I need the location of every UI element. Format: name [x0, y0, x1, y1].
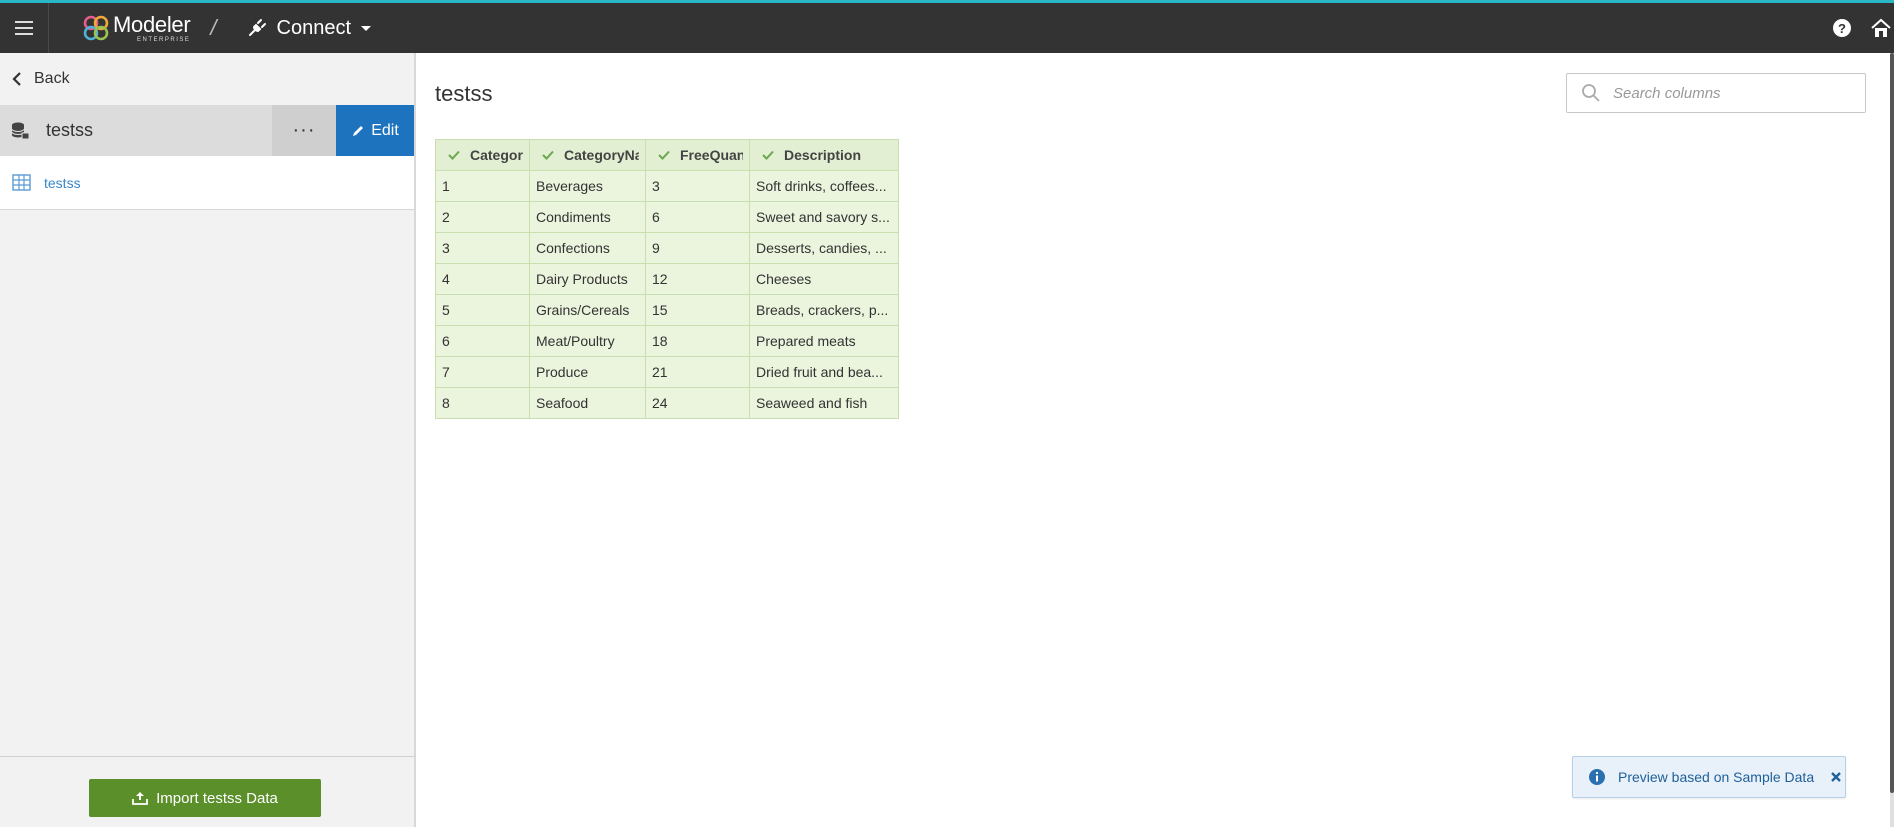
- table-cell: Soft drinks, coffees...: [749, 170, 899, 202]
- table-cell: Produce: [529, 356, 646, 388]
- search-columns-box[interactable]: [1566, 73, 1866, 113]
- back-button[interactable]: Back: [0, 53, 414, 105]
- home-icon[interactable]: [1870, 17, 1892, 39]
- page-title: testss: [435, 81, 493, 106]
- edit-label: Edit: [371, 121, 399, 139]
- help-icon[interactable]: ?: [1832, 18, 1852, 38]
- table-cell: Confections: [529, 232, 646, 264]
- table-cell: Desserts, candies, ...: [749, 232, 899, 264]
- table-cell: 6: [435, 325, 530, 357]
- table-cell: 8: [435, 387, 530, 419]
- modeler-logo-icon: [83, 15, 109, 41]
- table-cell: 1: [435, 170, 530, 202]
- table-row: 3 Confections 9 Desserts, candies, ...: [435, 232, 899, 264]
- column-header[interactable]: FreeQuantity: [645, 139, 750, 171]
- search-icon: [1582, 84, 1600, 102]
- brand-name: Modeler: [113, 11, 191, 37]
- main-content: testss CategoryID CategoryName FreeQuant…: [416, 53, 1894, 827]
- sidebar-item-table[interactable]: testss: [0, 156, 414, 210]
- table-cell: 4: [435, 263, 530, 295]
- menu-button[interactable]: [0, 3, 49, 53]
- column-header[interactable]: CategoryID: [435, 139, 530, 171]
- table-row: 7 Produce 21 Dried fruit and bea...: [435, 356, 899, 388]
- column-header[interactable]: Description: [749, 139, 899, 171]
- table-cell: 12: [645, 263, 750, 295]
- more-options-icon: ···: [292, 119, 316, 141]
- table-cell: Seaweed and fish: [749, 387, 899, 419]
- table-item-label: testss: [44, 174, 81, 191]
- brand-logo[interactable]: Modeler ENTERPRISE: [83, 3, 191, 53]
- search-input[interactable]: [1611, 83, 1845, 103]
- table-cell: Seafood: [529, 387, 646, 419]
- column-header-label: Description: [784, 147, 862, 163]
- table-cell: 9: [645, 232, 750, 264]
- table-cell: Beverages: [529, 170, 646, 202]
- chevron-left-icon: [12, 72, 21, 86]
- import-data-button[interactable]: Import testss Data: [89, 779, 321, 817]
- checkmark-icon[interactable]: [448, 150, 460, 160]
- import-label: Import testss Data: [156, 789, 278, 807]
- top-navigation-bar: Modeler ENTERPRISE / Connect ?: [0, 3, 1894, 53]
- datasource-header: testss ··· Edit: [0, 105, 414, 156]
- database-icon: [11, 122, 30, 139]
- table-icon: [12, 173, 31, 191]
- table-row: 5 Grains/Cereals 15 Breads, crackers, p...: [435, 294, 899, 326]
- table-cell: Dairy Products: [529, 263, 646, 295]
- back-label: Back: [34, 70, 70, 87]
- edit-button[interactable]: Edit: [336, 105, 414, 156]
- table-cell: Breads, crackers, p...: [749, 294, 899, 326]
- breadcrumb-separator: /: [210, 15, 217, 40]
- table-cell: 18: [645, 325, 750, 357]
- chevron-down-icon: [361, 25, 372, 31]
- column-header-label: FreeQuantity: [680, 147, 743, 163]
- table-cell: 6: [645, 201, 750, 233]
- svg-text:?: ?: [1838, 21, 1846, 36]
- table-cell: Meat/Poultry: [529, 325, 646, 357]
- table-row: 1 Beverages 3 Soft drinks, coffees...: [435, 170, 899, 202]
- checkmark-icon[interactable]: [658, 150, 670, 160]
- table-row: 4 Dairy Products 12 Cheeses: [435, 263, 899, 295]
- table-cell: 2: [435, 201, 530, 233]
- hamburger-icon: [15, 21, 33, 35]
- table-header-row: CategoryID CategoryName FreeQuantity Des…: [435, 139, 899, 171]
- page-scrollbar[interactable]: [1890, 53, 1894, 827]
- datasource-name: testss: [46, 120, 94, 140]
- column-header-label: CategoryID: [470, 147, 523, 163]
- table-row: 6 Meat/Poultry 18 Prepared meats: [435, 325, 899, 357]
- table-row: 2 Condiments 6 Sweet and savory s...: [435, 201, 899, 233]
- table-cell: Sweet and savory s...: [749, 201, 899, 233]
- table-cell: Grains/Cereals: [529, 294, 646, 326]
- connect-menu-dropdown[interactable]: Connect: [247, 17, 372, 40]
- column-header[interactable]: CategoryName: [529, 139, 646, 171]
- table-row: 8 Seafood 24 Seaweed and fish: [435, 387, 899, 419]
- sample-data-notification: Preview based on Sample Data: [1572, 756, 1846, 798]
- checkmark-icon[interactable]: [762, 150, 774, 160]
- sidebar: Back testss ··· Edit testss Import tests…: [0, 53, 416, 827]
- notification-text: Preview based on Sample Data: [1618, 769, 1815, 785]
- scrollbar-thumb[interactable]: [1890, 53, 1894, 793]
- table-cell: Cheeses: [749, 263, 899, 295]
- pencil-icon: [353, 125, 364, 136]
- data-preview-table: CategoryID CategoryName FreeQuantity Des…: [435, 139, 899, 419]
- close-icon[interactable]: [1830, 771, 1842, 783]
- upload-icon: [132, 792, 149, 805]
- info-icon: [1589, 769, 1605, 785]
- column-header-label: CategoryName: [564, 147, 639, 163]
- section-label: Connect: [276, 16, 352, 39]
- table-cell: Dried fruit and bea...: [749, 356, 899, 388]
- table-cell: 3: [645, 170, 750, 202]
- table-cell: 24: [645, 387, 750, 419]
- table-cell: 3: [435, 232, 530, 264]
- table-cell: 21: [645, 356, 750, 388]
- table-cell: Prepared meats: [749, 325, 899, 357]
- brand-subtitle: ENTERPRISE: [137, 36, 191, 43]
- table-cell: Condiments: [529, 201, 646, 233]
- table-cell: 15: [645, 294, 750, 326]
- table-cell: 5: [435, 294, 530, 326]
- more-options-button[interactable]: ···: [272, 105, 336, 156]
- sidebar-footer: Import testss Data: [0, 756, 414, 828]
- checkmark-icon[interactable]: [542, 150, 554, 160]
- connect-plug-icon: [248, 19, 266, 36]
- table-cell: 7: [435, 356, 530, 388]
